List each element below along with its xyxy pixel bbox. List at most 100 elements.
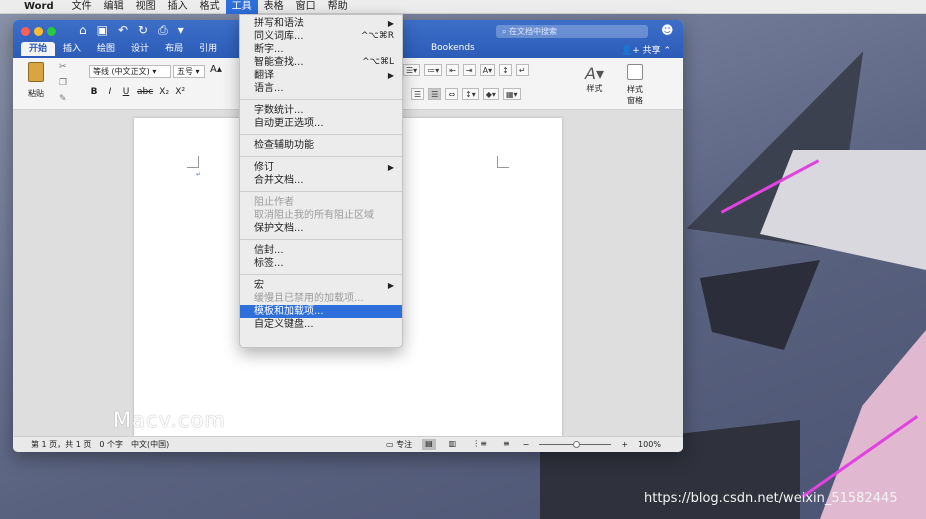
tools-menu-item[interactable]: 信封...: [240, 244, 402, 257]
shading-icon[interactable]: ◆▾: [482, 88, 499, 100]
margin-corner-mark: [187, 156, 199, 168]
sort-icon[interactable]: ↕: [499, 64, 512, 76]
save-icon[interactable]: ▣: [97, 23, 108, 38]
align-right-icon[interactable]: ☰: [411, 88, 425, 100]
menu-window[interactable]: 窗口: [290, 0, 322, 14]
line-spacing-icon[interactable]: ↕▾: [462, 88, 479, 100]
menu-tools[interactable]: 工具: [225, 0, 258, 14]
grow-font-button[interactable]: A▴: [210, 64, 222, 75]
cut-icon[interactable]: ✂: [59, 62, 67, 72]
print-icon[interactable]: ⎙: [158, 23, 168, 38]
tools-menu-item[interactable]: 保护文档...: [240, 222, 402, 235]
share-button[interactable]: 👤+ 共享 ⌃: [621, 43, 671, 56]
draft-icon[interactable]: ≡: [500, 439, 513, 450]
redo-icon[interactable]: ↻: [138, 23, 148, 38]
zoom-button[interactable]: [47, 27, 56, 36]
home-icon[interactable]: ⌂: [79, 23, 87, 38]
tab-home[interactable]: 开始: [21, 42, 56, 56]
tools-menu-item[interactable]: 同义词库... ^⌥⌘R: [240, 30, 402, 43]
menu-item-label: 阻止作者: [254, 197, 294, 208]
menu-item-label: 检查辅助功能: [254, 140, 314, 151]
tab-references[interactable]: 引用: [191, 42, 225, 56]
style-pane-label: 样式 窗格: [627, 85, 643, 105]
increase-indent-icon[interactable]: ⇥: [462, 64, 476, 76]
document-search[interactable]: ⌕ 在文档中搜索: [496, 25, 648, 38]
tab-bookends[interactable]: Bookends: [431, 43, 475, 53]
bold-button[interactable]: B: [89, 87, 99, 97]
styles-button[interactable]: A▾ 样式: [585, 64, 604, 94]
superscript-button[interactable]: X²: [175, 87, 185, 97]
outline-icon[interactable]: ⋮≡: [469, 439, 490, 450]
tab-draw[interactable]: 绘图: [89, 42, 123, 56]
menu-view[interactable]: 视图: [130, 0, 162, 14]
web-layout-icon[interactable]: ▥: [446, 439, 460, 450]
language-status[interactable]: 中文(中国): [131, 439, 169, 450]
tools-menu-item[interactable]: 合并文档...: [240, 174, 402, 187]
tools-menu-item[interactable]: 翻译 ▶: [240, 69, 402, 82]
font-name-select[interactable]: 等线 (中文正文) ▾: [89, 65, 171, 78]
account-icon[interactable]: ☻: [661, 23, 674, 37]
menu-format[interactable]: 格式: [194, 0, 226, 14]
justify-icon[interactable]: ☰: [428, 88, 442, 100]
tools-menu-item[interactable]: 智能查找... ^⌥⌘L: [240, 56, 402, 69]
menu-item-label: 拼写和语法: [254, 18, 304, 29]
tab-layout[interactable]: 布局: [157, 42, 191, 56]
menu-edit[interactable]: 编辑: [98, 0, 130, 14]
distributed-icon[interactable]: ⇔: [445, 88, 459, 100]
tools-menu-item[interactable]: 断字...: [240, 43, 402, 56]
decrease-indent-icon[interactable]: ⇤: [446, 64, 459, 76]
menu-insert[interactable]: 插入: [162, 0, 194, 14]
menu-separator: [240, 156, 402, 157]
copy-icon[interactable]: ❐: [59, 78, 67, 88]
tools-menu-item[interactable]: 自定义键盘...: [240, 318, 402, 331]
csdn-watermark: https://blog.csdn.net/weixin_51582445: [644, 491, 898, 506]
add-person-icon: 👤+: [621, 46, 640, 56]
zoom-slider-knob[interactable]: [573, 441, 581, 448]
menu-help[interactable]: 帮助: [322, 0, 354, 14]
undo-icon[interactable]: ↶: [118, 23, 128, 38]
tools-menu-item[interactable]: 语言...: [240, 82, 402, 95]
print-layout-icon[interactable]: ▤: [422, 439, 436, 450]
tools-menu-item[interactable]: 标签...: [240, 257, 402, 270]
borders-icon[interactable]: ▦▾: [502, 88, 521, 100]
bullets-icon[interactable]: ☰▾: [403, 64, 421, 76]
ribbon-tabs: 开始 插入 绘图 设计 布局 引用: [21, 42, 225, 56]
show-marks-icon[interactable]: ↵: [515, 64, 529, 76]
tools-menu-item[interactable]: 模板和加载项...: [240, 305, 402, 318]
numbering-icon[interactable]: ≔▾: [424, 64, 443, 76]
menu-item-label: 信封...: [254, 245, 284, 256]
text-effects-icon[interactable]: A▾: [479, 64, 496, 76]
status-left: 第 1 页，共 1 页 0 个字 中文(中国): [31, 439, 169, 450]
tools-menu-item[interactable]: 字数统计...: [240, 104, 402, 117]
menu-item-label: 模板和加载项...: [254, 306, 324, 317]
customize-icon[interactable]: ▾: [178, 23, 184, 38]
zoom-out-button[interactable]: −: [523, 440, 530, 449]
subscript-button[interactable]: X₂: [159, 87, 169, 97]
zoom-slider[interactable]: [539, 441, 612, 448]
menu-table[interactable]: 表格: [258, 0, 290, 14]
tab-design[interactable]: 设计: [123, 42, 157, 56]
format-painter-icon[interactable]: ✎: [59, 94, 67, 104]
paste-button[interactable]: 粘贴: [23, 62, 49, 99]
tools-menu-item[interactable]: 拼写和语法 ▶: [240, 17, 402, 30]
tools-menu-item[interactable]: 自动更正选项...: [240, 117, 402, 130]
italic-button[interactable]: I: [105, 87, 115, 97]
zoom-in-button[interactable]: +: [621, 440, 628, 449]
styles-label: 样式: [586, 84, 603, 93]
underline-button[interactable]: U: [121, 87, 131, 97]
tools-menu-item[interactable]: 修订 ▶: [240, 161, 402, 174]
font-size-select[interactable]: 五号 ▾: [173, 65, 205, 78]
word-count[interactable]: 0 个字: [99, 439, 123, 450]
tools-menu-item[interactable]: 宏 ▶: [240, 279, 402, 292]
minimize-button[interactable]: [34, 27, 43, 36]
menu-item-label: 自定义键盘...: [254, 319, 314, 330]
strikethrough-button[interactable]: abc: [137, 87, 153, 97]
focus-button[interactable]: ▭ 专注: [386, 439, 412, 450]
close-button[interactable]: [21, 27, 30, 36]
tools-menu-item[interactable]: 检查辅助功能: [240, 139, 402, 152]
format-buttons: B I U abc X₂ X²: [89, 87, 186, 97]
app-menu[interactable]: Word: [24, 1, 54, 12]
menu-file[interactable]: 文件: [66, 0, 98, 14]
style-pane-button[interactable]: 样式 窗格: [623, 64, 647, 106]
tab-insert[interactable]: 插入: [55, 42, 89, 56]
